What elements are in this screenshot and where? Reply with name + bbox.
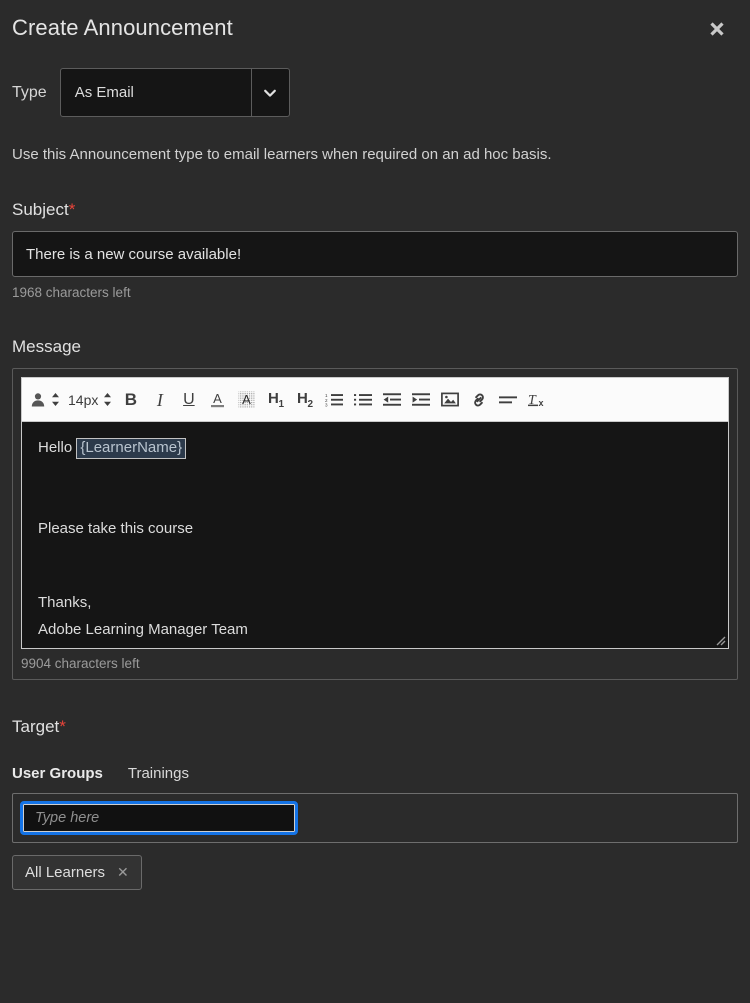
svg-text:A: A xyxy=(243,392,252,407)
text-color-button[interactable]: A xyxy=(203,385,232,415)
insert-link-button[interactable] xyxy=(464,385,493,415)
target-label-text: Target xyxy=(12,717,60,736)
close-icon[interactable] xyxy=(704,16,730,42)
target-search-input[interactable] xyxy=(20,801,298,835)
editor-toolbar: 14px B I U A A H1 H2 1 2 3 T x xyxy=(21,377,729,421)
message-label: Message xyxy=(12,337,81,356)
tab-trainings[interactable]: Trainings xyxy=(128,765,189,782)
message-spacer-2 xyxy=(38,547,712,595)
greeting-text: Hello xyxy=(38,439,77,456)
align-button[interactable] xyxy=(493,385,522,415)
type-select[interactable]: As Email xyxy=(59,68,290,117)
resize-handle-icon[interactable] xyxy=(712,632,726,646)
subject-label: Subject* xyxy=(12,200,738,220)
page-title: Create Announcement xyxy=(12,15,233,40)
subject-input[interactable] xyxy=(12,231,738,277)
subject-label-text: Subject xyxy=(12,200,69,219)
highlight-color-button[interactable]: A xyxy=(232,385,261,415)
message-body[interactable]: Hello {LearnerName} Please take this cou… xyxy=(21,421,729,649)
chevron-down-icon[interactable] xyxy=(250,69,289,116)
heading-1-glyph: H1 xyxy=(267,389,284,410)
learner-name-token[interactable]: {LearnerName} xyxy=(76,438,187,459)
bold-button[interactable]: B xyxy=(116,385,145,415)
create-announcement-dialog: Create Announcement Type As Email Use th… xyxy=(0,0,750,1003)
heading-2-glyph: H2 xyxy=(296,389,313,410)
insert-image-button[interactable] xyxy=(435,385,464,415)
message-line-greeting: Hello {LearnerName} xyxy=(38,438,712,459)
message-editor: 14px B I U A A H1 H2 1 2 3 T x Hello {Le… xyxy=(12,368,738,680)
target-label: Target* xyxy=(12,717,738,737)
tab-user-groups[interactable]: User Groups xyxy=(12,765,103,782)
underline-button[interactable]: U xyxy=(174,385,203,415)
target-input-container xyxy=(12,793,738,843)
italic-glyph: I xyxy=(156,389,163,410)
type-label: Type xyxy=(12,83,47,101)
type-select-value: As Email xyxy=(74,84,134,101)
type-field-row: Type As Email xyxy=(12,68,738,117)
message-line-2: Please take this course xyxy=(38,519,194,537)
message-line-4: Adobe Learning Manager Team xyxy=(38,620,248,638)
dialog-header: Create Announcement xyxy=(12,0,738,56)
bold-glyph: B xyxy=(124,390,137,409)
svg-text:3: 3 xyxy=(325,402,328,407)
target-chip-list: All Learners ✕ xyxy=(12,855,738,890)
font-size-value: 14px xyxy=(68,391,99,408)
italic-button[interactable]: I xyxy=(145,385,174,415)
type-help-text: Use this Announcement type to email lear… xyxy=(12,146,552,163)
close-icon[interactable]: ✕ xyxy=(117,864,129,881)
subject-characters-left: 1968 characters left xyxy=(12,285,131,300)
message-characters-left: 9904 characters left xyxy=(21,656,140,671)
outdent-button[interactable] xyxy=(377,385,406,415)
heading-2-button[interactable]: H2 xyxy=(290,385,319,415)
insert-placeholder-icon[interactable] xyxy=(26,385,64,415)
unordered-list-button[interactable] xyxy=(348,385,377,415)
required-marker: * xyxy=(59,717,66,736)
target-tabs: User Groups Trainings xyxy=(12,765,738,782)
chip-label: All Learners xyxy=(25,864,106,881)
svg-text:A: A xyxy=(214,391,223,406)
font-size-stepper[interactable]: 14px xyxy=(64,385,116,415)
heading-1-button[interactable]: H1 xyxy=(261,385,290,415)
svg-text:x: x xyxy=(538,398,543,408)
list-item[interactable]: All Learners ✕ xyxy=(12,855,142,890)
underline-glyph: U xyxy=(183,390,195,408)
indent-button[interactable] xyxy=(406,385,435,415)
required-marker: * xyxy=(68,200,76,219)
ordered-list-button[interactable]: 1 2 3 xyxy=(319,385,348,415)
message-line-3: Thanks, xyxy=(38,594,92,611)
clear-format-button[interactable]: T x xyxy=(522,385,551,415)
